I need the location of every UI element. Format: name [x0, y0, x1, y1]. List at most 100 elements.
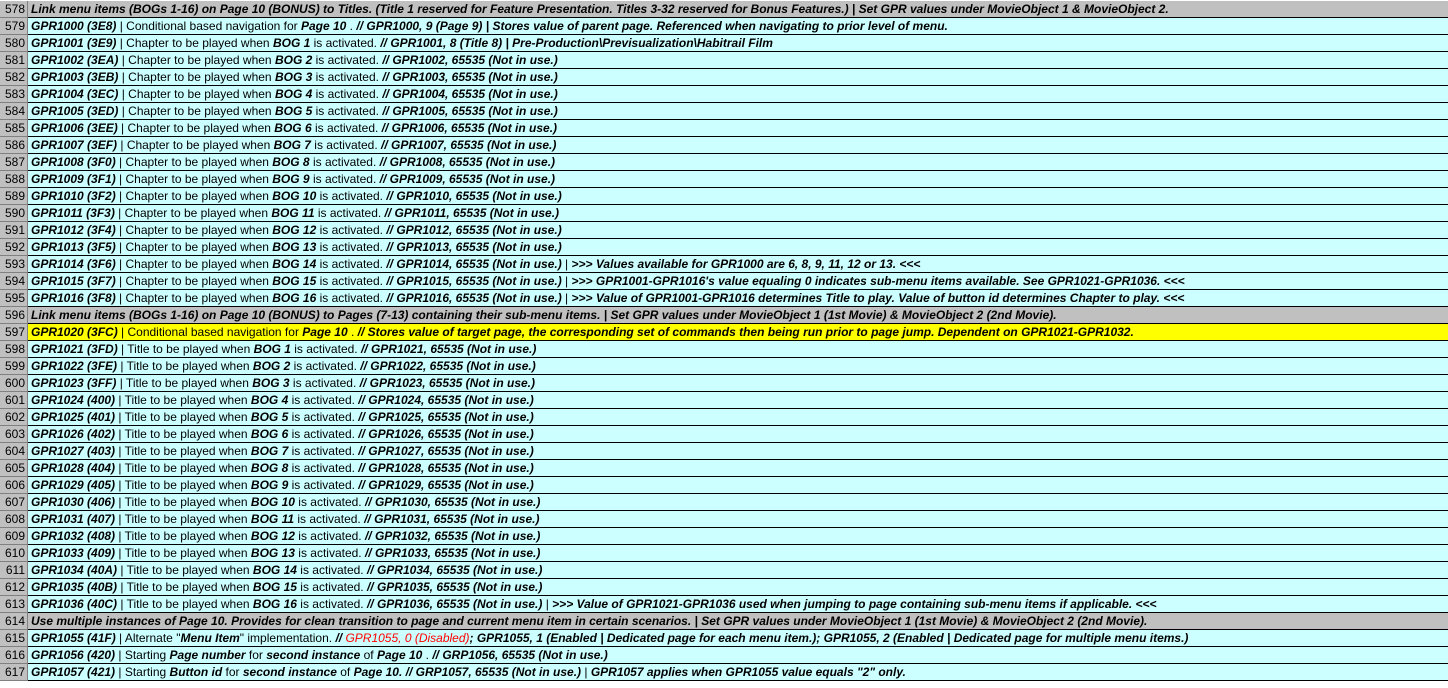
cell[interactable]: GPR1014 (3F6) | Chapter to be played whe…: [28, 256, 1448, 273]
cell[interactable]: GPR1025 (401) | Title to be played when …: [28, 409, 1448, 426]
row-number[interactable]: 600: [0, 375, 28, 392]
cell-text: // GRP1057, 65535 (Not in use.): [405, 665, 582, 679]
cell[interactable]: GPR1015 (3F7) | Chapter to be played whe…: [28, 273, 1448, 290]
row-number[interactable]: 606: [0, 477, 28, 494]
cell[interactable]: GPR1000 (3E8) | Conditional based naviga…: [28, 18, 1448, 35]
cell[interactable]: GPR1033 (409) | Title to be played when …: [28, 545, 1448, 562]
row-number[interactable]: 581: [0, 52, 28, 69]
cell-text: | Chapter to be played when: [115, 223, 273, 237]
row-number[interactable]: 598: [0, 341, 28, 358]
row-number[interactable]: 589: [0, 188, 28, 205]
cell-text: BOG 14: [252, 563, 297, 577]
cell[interactable]: GPR1029 (405) | Title to be played when …: [28, 477, 1448, 494]
cell[interactable]: GPR1034 (40A) | Title to be played when …: [28, 562, 1448, 579]
row-number[interactable]: 590: [0, 205, 28, 222]
row-number[interactable]: 602: [0, 409, 28, 426]
row-number[interactable]: 585: [0, 120, 28, 137]
cell-text: GPR1006 (3EE): [31, 121, 118, 135]
row-number[interactable]: 603: [0, 426, 28, 443]
cell-text: GPR1004 (3EC): [31, 87, 119, 101]
row-number[interactable]: 617: [0, 664, 28, 681]
table-row: 588 GPR1009 (3F1) | Chapter to be played …: [0, 171, 1448, 188]
cell-text: for: [245, 648, 267, 662]
row-number[interactable]: 597: [0, 324, 28, 341]
cell[interactable]: GPR1022 (3FE) | Title to be played when …: [28, 358, 1448, 375]
row-number[interactable]: 604: [0, 443, 28, 460]
cell[interactable]: GPR1021 (3FD) | Title to be played when …: [28, 341, 1448, 358]
row-number[interactable]: 587: [0, 154, 28, 171]
cell-text: | Starting: [115, 648, 170, 662]
table-row: 585 GPR1006 (3EE) | Chapter to be played …: [0, 120, 1448, 137]
row-number[interactable]: 612: [0, 579, 28, 596]
cell-text: | Chapter to be played when: [114, 206, 272, 220]
table-row: 578 Link menu items (BOGs 1-16) on Page 1…: [0, 1, 1448, 18]
cell[interactable]: GPR1005 (3ED) | Chapter to be played whe…: [28, 103, 1448, 120]
cell[interactable]: GPR1024 (400) | Title to be played when …: [28, 392, 1448, 409]
row-number[interactable]: 614: [0, 613, 28, 630]
cell[interactable]: GPR1032 (408) | Title to be played when …: [28, 528, 1448, 545]
row-number[interactable]: 616: [0, 647, 28, 664]
row-number[interactable]: 583: [0, 86, 28, 103]
row-number[interactable]: 584: [0, 103, 28, 120]
cell[interactable]: GPR1001 (3E9) | Chapter to be played whe…: [28, 35, 1448, 52]
row-number[interactable]: 594: [0, 273, 28, 290]
row-number[interactable]: 582: [0, 69, 28, 86]
cell[interactable]: GPR1023 (3FF) | Title to be played when …: [28, 375, 1448, 392]
row-number[interactable]: 607: [0, 494, 28, 511]
row-number[interactable]: 586: [0, 137, 28, 154]
cell[interactable]: Use multiple instances of Page 10. Provi…: [28, 613, 1448, 630]
cell[interactable]: Link menu items (BOGs 1-16) on Page 10 (…: [28, 1, 1448, 18]
cell-text: | Conditional based navigation for: [117, 325, 303, 339]
row-number[interactable]: 605: [0, 460, 28, 477]
cell[interactable]: GPR1057 (421) | Starting Button id for s…: [28, 664, 1448, 681]
cell-text: // GPR1009, 65535 (Not in use.): [379, 172, 556, 186]
cell-text: |: [561, 291, 572, 305]
row-number[interactable]: 592: [0, 239, 28, 256]
row-number[interactable]: 609: [0, 528, 28, 545]
row-number[interactable]: 613: [0, 596, 28, 613]
cell[interactable]: GPR1036 (40C) | Title to be played when …: [28, 596, 1448, 613]
cell-text: GPR1055 (41F): [31, 631, 116, 645]
cell[interactable]: GPR1031 (407) | Title to be played when …: [28, 511, 1448, 528]
cell[interactable]: GPR1010 (3F2) | Chapter to be played whe…: [28, 188, 1448, 205]
row-number[interactable]: 596: [0, 307, 28, 324]
cell[interactable]: Link menu items (BOGs 1-16) on Page 10 (…: [28, 307, 1448, 324]
cell[interactable]: GPR1012 (3F4) | Chapter to be played whe…: [28, 222, 1448, 239]
cell[interactable]: GPR1056 (420) | Starting Page number for…: [28, 647, 1448, 664]
cell-text: BOG 1: [253, 342, 291, 356]
cell-text: // GPR1010, 65535 (Not in use.): [386, 189, 562, 203]
cell[interactable]: GPR1035 (40B) | Title to be played when …: [28, 579, 1448, 596]
cell[interactable]: GPR1004 (3EC) | Chapter to be played whe…: [28, 86, 1448, 103]
row-number[interactable]: 599: [0, 358, 28, 375]
cell[interactable]: GPR1008 (3F0) | Chapter to be played whe…: [28, 154, 1448, 171]
row-number[interactable]: 615: [0, 630, 28, 647]
cell[interactable]: GPR1009 (3F1) | Chapter to be played whe…: [28, 171, 1448, 188]
cell[interactable]: GPR1028 (404) | Title to be played when …: [28, 460, 1448, 477]
row-number[interactable]: 601: [0, 392, 28, 409]
row-number[interactable]: 593: [0, 256, 28, 273]
cell[interactable]: GPR1003 (3EB) | Chapter to be played whe…: [28, 69, 1448, 86]
cell[interactable]: GPR1011 (3F3) | Chapter to be played whe…: [28, 205, 1448, 222]
cell[interactable]: GPR1013 (3F5) | Chapter to be played whe…: [28, 239, 1448, 256]
cell[interactable]: GPR1055 (41F) | Alternate "Menu Item" im…: [28, 630, 1448, 647]
row-number[interactable]: 610: [0, 545, 28, 562]
row-number[interactable]: 611: [0, 562, 28, 579]
cell[interactable]: GPR1002 (3EA) | Chapter to be played whe…: [28, 52, 1448, 69]
row-number[interactable]: 608: [0, 511, 28, 528]
row-number[interactable]: 588: [0, 171, 28, 188]
table-row: 612 GPR1035 (40B) | Title to be played wh…: [0, 579, 1448, 596]
cell[interactable]: GPR1027 (403) | Title to be played when …: [28, 443, 1448, 460]
cell[interactable]: GPR1020 (3FC) | Conditional based naviga…: [28, 324, 1448, 341]
cell[interactable]: GPR1030 (406) | Title to be played when …: [28, 494, 1448, 511]
cell[interactable]: GPR1006 (3EE) | Chapter to be played whe…: [28, 120, 1448, 137]
row-number[interactable]: 580: [0, 35, 28, 52]
row-number[interactable]: 579: [0, 18, 28, 35]
table-row: 602 GPR1025 (401) | Title to be played wh…: [0, 409, 1448, 426]
cell[interactable]: GPR1026 (402) | Title to be played when …: [28, 426, 1448, 443]
row-number[interactable]: 595: [0, 290, 28, 307]
row-number[interactable]: 578: [0, 1, 28, 18]
row-number[interactable]: 591: [0, 222, 28, 239]
cell[interactable]: GPR1016 (3F8) | Chapter to be played whe…: [28, 290, 1448, 307]
cell-text: // GPR1022, 65535 (Not in use.): [360, 359, 536, 373]
cell[interactable]: GPR1007 (3EF) | Chapter to be played whe…: [28, 137, 1448, 154]
